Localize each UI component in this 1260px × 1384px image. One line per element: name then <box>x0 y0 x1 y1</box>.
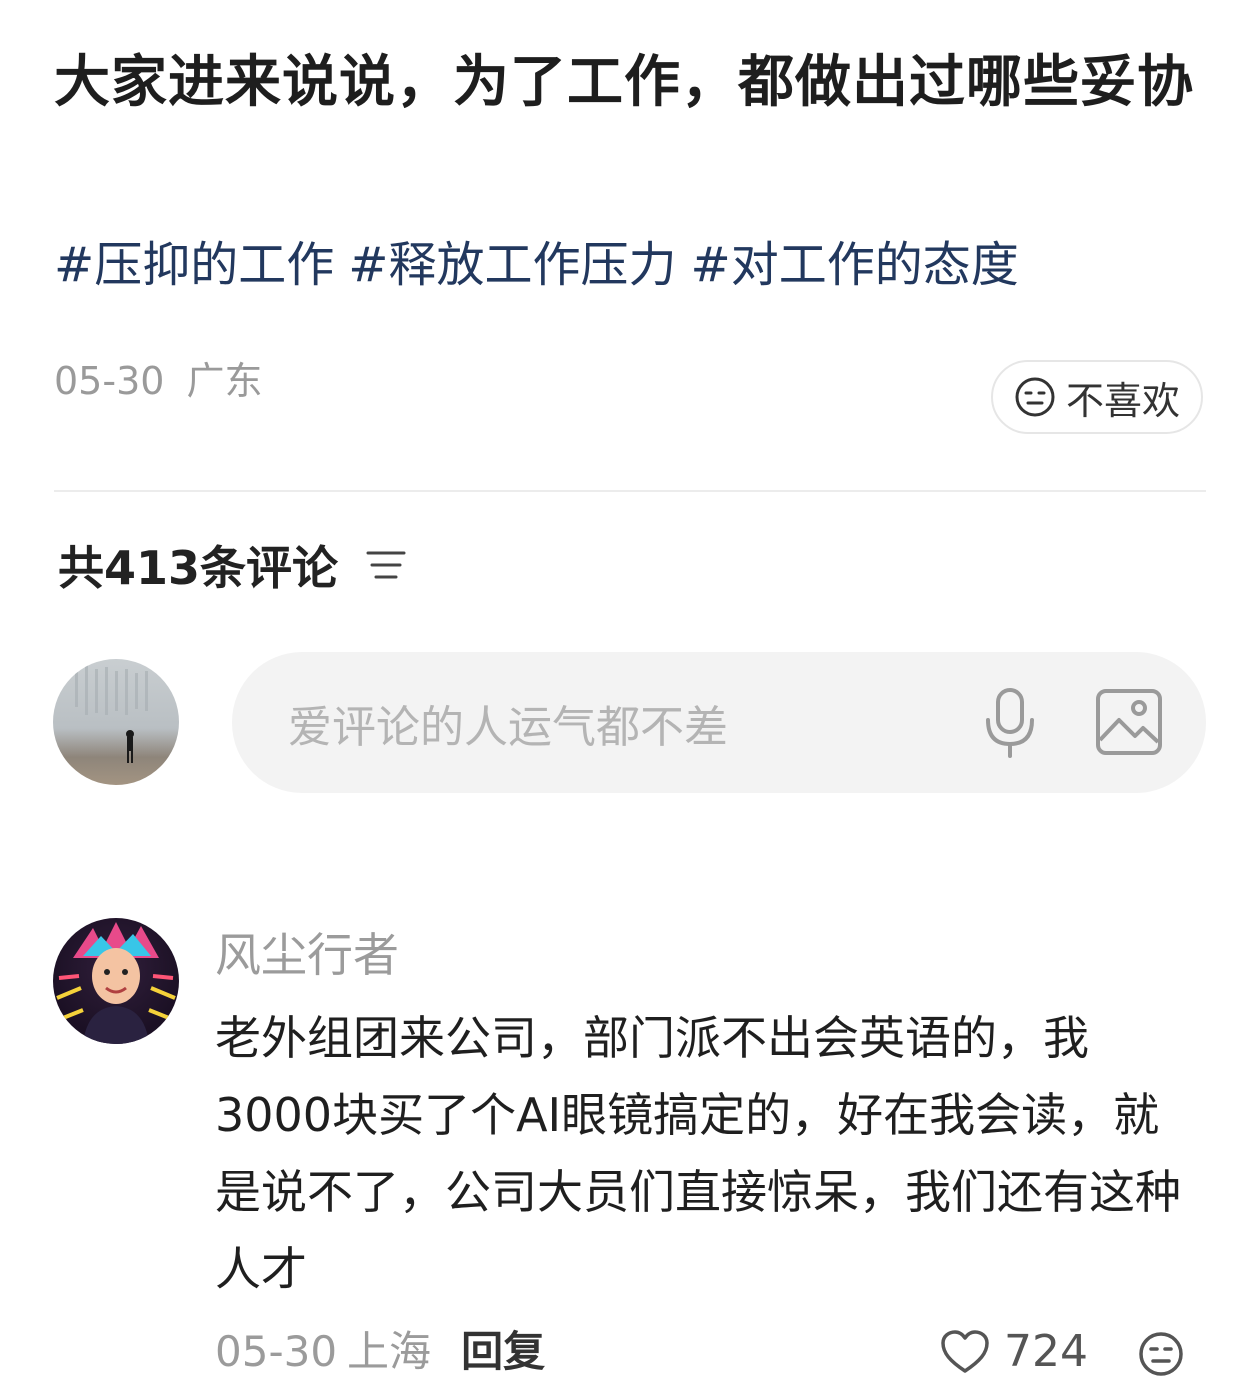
avatar[interactable] <box>53 659 179 785</box>
dislike-button[interactable]: 不喜欢 <box>991 360 1203 434</box>
comment-count: 共413条评论 <box>58 541 339 595</box>
post-location: 广东 <box>186 359 263 403</box>
sort-lines-icon[interactable] <box>366 548 406 582</box>
post-date: 05-30 <box>54 359 165 403</box>
neutral-face-icon <box>1014 376 1056 418</box>
microphone-icon[interactable] <box>982 688 1038 762</box>
like-button[interactable]: 724 <box>940 1322 1088 1382</box>
commenter-avatar[interactable] <box>53 918 179 1044</box>
tag-link[interactable]: #对工作的态度 <box>690 237 1018 293</box>
comment-count-row: 共413条评论 <box>58 532 406 598</box>
comment-dislike-icon[interactable] <box>1137 1330 1185 1382</box>
image-icon[interactable] <box>1095 688 1163 760</box>
tag-link[interactable]: #压抑的工作 <box>54 237 334 293</box>
heart-icon <box>940 1329 990 1375</box>
comment-username[interactable]: 风尘行者 <box>215 925 399 985</box>
comment-input[interactable]: 爱评论的人运气都不差 <box>232 652 1206 793</box>
reply-button[interactable]: 回复 <box>461 1322 545 1382</box>
post-title: 大家进来说说，为了工作，都做出过哪些妥协 <box>54 50 1194 115</box>
comment-text: 老外组团来公司，部门派不出会英语的，我3000块买了个AI眼镜搞定的，好在我会读… <box>215 1011 1181 1296</box>
tag-link[interactable]: #释放工作压力 <box>348 237 676 293</box>
comment-date: 05-30 <box>215 1327 338 1376</box>
comment-meta: 05-30 上海 回复 <box>215 1322 545 1382</box>
post-meta: 05-30 广东 <box>54 357 263 405</box>
comment-location: 上海 <box>347 1327 432 1376</box>
like-count: 724 <box>1004 1326 1088 1377</box>
dislike-label: 不喜欢 <box>1065 378 1180 423</box>
tag-list: #压抑的工作 #释放工作压力 #对工作的态度 <box>54 232 1224 298</box>
comment-input-placeholder: 爱评论的人运气都不差 <box>288 701 728 753</box>
divider <box>54 490 1206 492</box>
